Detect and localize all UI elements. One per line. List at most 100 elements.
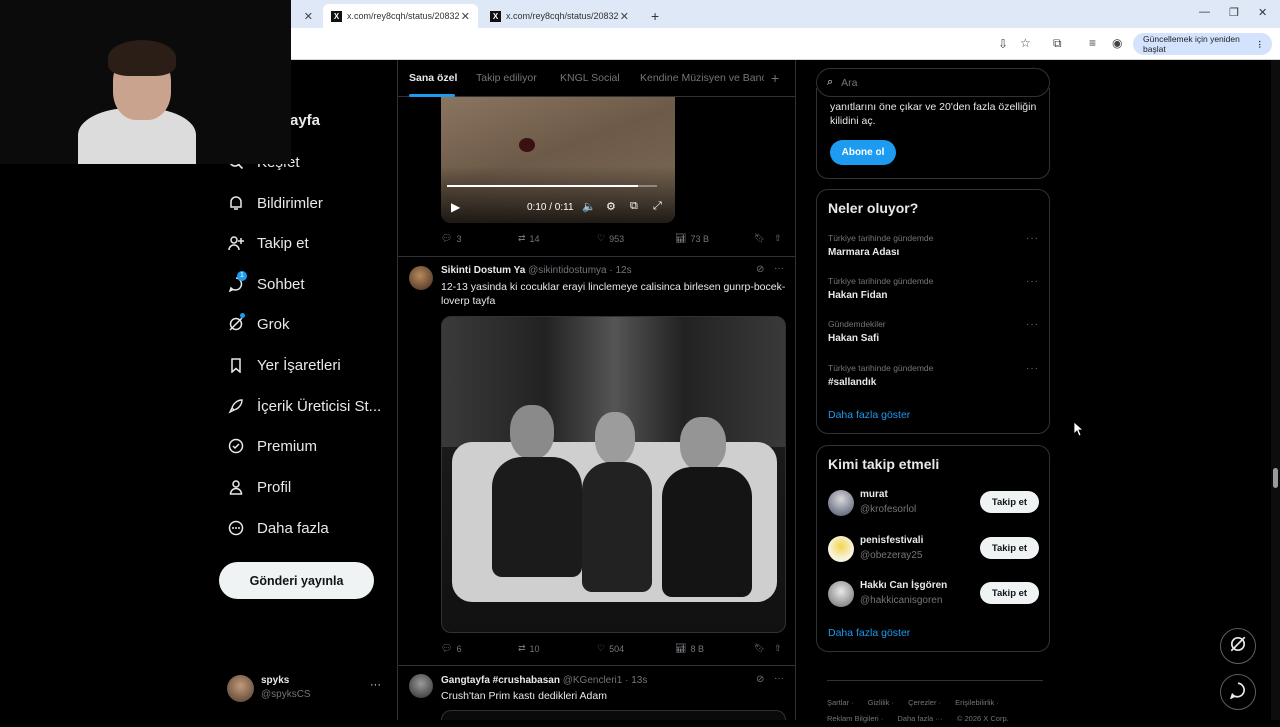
trend-item[interactable]: Gündemdekiler Hakan Safi ··· bbox=[817, 314, 1049, 354]
tab-custom-list[interactable]: Kendine Müzisyen ve Banc bbox=[640, 72, 764, 84]
follow-button[interactable]: Takip et bbox=[980, 537, 1039, 559]
nav-item-profile[interactable]: Profil bbox=[227, 472, 291, 502]
trend-more-icon[interactable]: ··· bbox=[1026, 363, 1039, 374]
minimize-icon[interactable]: — bbox=[1199, 6, 1210, 18]
views-button[interactable]: 📊︎ 8 B bbox=[675, 643, 704, 654]
repost-button[interactable]: ⇄ 10 bbox=[518, 643, 540, 654]
suggested-user-handle: @hakkicanisgoren bbox=[860, 595, 943, 606]
subscribe-button[interactable]: Abone ol bbox=[830, 140, 896, 165]
close-tab-icon[interactable]: ✕ bbox=[620, 10, 629, 23]
add-tab-icon[interactable]: + bbox=[771, 70, 779, 86]
author-handle[interactable]: @sikintidostumya bbox=[528, 265, 607, 276]
new-tab-button[interactable]: + bbox=[643, 4, 663, 28]
account-more-icon[interactable]: ··· bbox=[370, 679, 381, 691]
who-to-follow-title: Kimi takip etmeli bbox=[828, 456, 940, 472]
tab-for-you[interactable]: Sana özel bbox=[409, 72, 457, 84]
footer-link-accessibility[interactable]: Erişilebilirlik · bbox=[955, 698, 999, 707]
trend-item[interactable]: Türkiye tarihinde gündemde Hakan Fidan ·… bbox=[817, 271, 1049, 311]
grok-icon[interactable]: ⊘ bbox=[756, 264, 764, 275]
author-name[interactable]: Gangtayfa #crushabasan bbox=[441, 675, 560, 686]
nav-item-more[interactable]: Daha fazla bbox=[227, 513, 329, 543]
nav-item-follow[interactable]: Takip et bbox=[227, 228, 309, 258]
footer-link-more[interactable]: Daha fazla ··· bbox=[897, 714, 942, 723]
extensions-icon[interactable]: ⧉ bbox=[1053, 36, 1062, 51]
video-progress-track[interactable] bbox=[447, 185, 657, 187]
author-handle[interactable]: @KGencleri1 bbox=[563, 675, 623, 686]
footer-link-ads-info[interactable]: Reklam Bilgileri · bbox=[827, 714, 883, 723]
nav-item-bookmarks[interactable]: Yer İşaretleri bbox=[227, 350, 341, 380]
suggested-user[interactable]: murat @krofesorlol Takip et bbox=[817, 484, 1049, 524]
media-control-icon[interactable]: ≡ bbox=[1089, 36, 1096, 50]
install-app-icon[interactable]: ⇩ bbox=[998, 37, 1008, 51]
who-to-follow-show-more-link[interactable]: Daha fazla göster bbox=[828, 627, 910, 639]
page-scrollbar[interactable] bbox=[1271, 60, 1280, 720]
suggested-user[interactable]: Hakkı Can İşgören @hakkicanisgoren Takip… bbox=[817, 575, 1049, 615]
trend-item[interactable]: Türkiye tarihinde gündemde #sallandık ··… bbox=[817, 358, 1049, 398]
volume-icon[interactable]: 🔈 bbox=[582, 200, 596, 213]
trends-show-more-link[interactable]: Daha fazla göster bbox=[828, 409, 910, 421]
trend-more-icon[interactable]: ··· bbox=[1026, 233, 1039, 244]
divider bbox=[398, 256, 795, 257]
avatar[interactable] bbox=[409, 266, 433, 290]
tweet-time[interactable]: · 12s bbox=[609, 265, 631, 276]
trend-more-icon[interactable]: ··· bbox=[1026, 319, 1039, 330]
nav-label: İçerik Üreticisi St... bbox=[257, 397, 382, 415]
repost-button[interactable]: ⇄ 14 bbox=[518, 233, 540, 244]
tweet-photo[interactable] bbox=[441, 316, 786, 633]
views-button[interactable]: 📊︎ 73 B bbox=[675, 233, 709, 244]
follow-button[interactable]: Takip et bbox=[980, 491, 1039, 513]
grok-floating-button[interactable] bbox=[1220, 628, 1256, 664]
pip-icon[interactable]: ⧉ bbox=[630, 200, 638, 213]
reply-button[interactable]: 💬︎ 3 bbox=[441, 233, 461, 244]
trend-item[interactable]: Türkiye tarihinde gündemde Marmara Adası… bbox=[817, 228, 1049, 268]
tweet-time[interactable]: · 13s bbox=[625, 675, 647, 686]
more-icon[interactable]: ··· bbox=[774, 673, 784, 684]
like-button[interactable]: ♡ 504 bbox=[597, 643, 624, 654]
avatar bbox=[828, 536, 854, 562]
trend-more-icon[interactable]: ··· bbox=[1026, 276, 1039, 287]
suggested-user[interactable]: penisfestivali @obezeray25 Takip et bbox=[817, 530, 1049, 570]
restart-to-update-button[interactable]: Güncellemek için yeniden başlat ⋮ bbox=[1133, 33, 1272, 55]
tab-kngl-social[interactable]: KNGL Social bbox=[560, 72, 620, 84]
account-switcher[interactable]: spyks @spyksCS ··· bbox=[227, 673, 387, 707]
tab-following[interactable]: Takip ediliyor bbox=[476, 72, 537, 84]
like-button[interactable]: ♡ 953 bbox=[597, 233, 624, 244]
play-icon[interactable]: ▶ bbox=[451, 200, 460, 214]
close-tab-icon[interactable]: ✕ bbox=[461, 10, 470, 23]
reply-button[interactable]: 💬︎ 6 bbox=[441, 643, 461, 654]
more-icon[interactable]: ··· bbox=[774, 263, 784, 274]
search-placeholder: Ara bbox=[841, 76, 858, 89]
footer-link-terms[interactable]: Şartlar · bbox=[827, 698, 854, 707]
maximize-icon[interactable]: ❐ bbox=[1229, 6, 1239, 19]
share-icon[interactable]: ⇧ bbox=[774, 233, 782, 244]
video-player[interactable]: ▶ 0:10 / 0:11 🔈 ⚙ ⧉ ⤢ bbox=[441, 96, 675, 223]
fullscreen-icon[interactable]: ⤢ bbox=[653, 200, 662, 213]
tweet-media-partial[interactable] bbox=[441, 710, 786, 720]
close-tab-icon[interactable]: ✕ bbox=[304, 10, 313, 23]
browser-menu-icon[interactable]: ⋮ bbox=[1256, 39, 1265, 50]
browser-tab[interactable]: X x.com/rey8cqh/status/20832225 ✕ bbox=[323, 4, 478, 28]
scrollbar-thumb[interactable] bbox=[1273, 468, 1278, 488]
browser-tab[interactable]: X x.com/rey8cqh/status/20832225 ✕ bbox=[482, 4, 637, 28]
follow-button[interactable]: Takip et bbox=[980, 582, 1039, 604]
nav-item-notifications[interactable]: Bildirimler bbox=[227, 188, 323, 218]
nav-item-chat[interactable]: 1 Sohbet bbox=[227, 269, 305, 299]
browser-tab-partial[interactable]: ✕ bbox=[291, 4, 321, 28]
nav-item-creator-studio[interactable]: İçerik Üreticisi St... bbox=[227, 391, 381, 421]
author-name[interactable]: Sikinti Dostum Ya bbox=[441, 265, 525, 276]
star-icon[interactable]: ☆ bbox=[1020, 36, 1031, 50]
messages-floating-button[interactable] bbox=[1220, 674, 1256, 710]
avatar[interactable] bbox=[409, 674, 433, 698]
nav-item-premium[interactable]: Premium bbox=[227, 431, 317, 461]
settings-icon[interactable]: ⚙ bbox=[606, 200, 616, 213]
footer-link-cookies[interactable]: Çerezler · bbox=[908, 698, 941, 707]
nav-item-grok[interactable]: Grok bbox=[227, 309, 290, 339]
bookmark-button[interactable]: 🔖︎ bbox=[754, 643, 765, 654]
profile-icon[interactable]: ◉ bbox=[1112, 36, 1122, 50]
close-window-icon[interactable]: ✕ bbox=[1258, 6, 1267, 19]
footer-link-privacy[interactable]: Gizlilik · bbox=[868, 698, 894, 707]
grok-icon[interactable]: ⊘ bbox=[756, 674, 764, 685]
post-button[interactable]: Gönderi yayınla bbox=[219, 562, 374, 599]
bookmark-button[interactable]: 🔖︎ bbox=[754, 233, 765, 244]
share-icon[interactable]: ⇧ bbox=[774, 643, 782, 654]
